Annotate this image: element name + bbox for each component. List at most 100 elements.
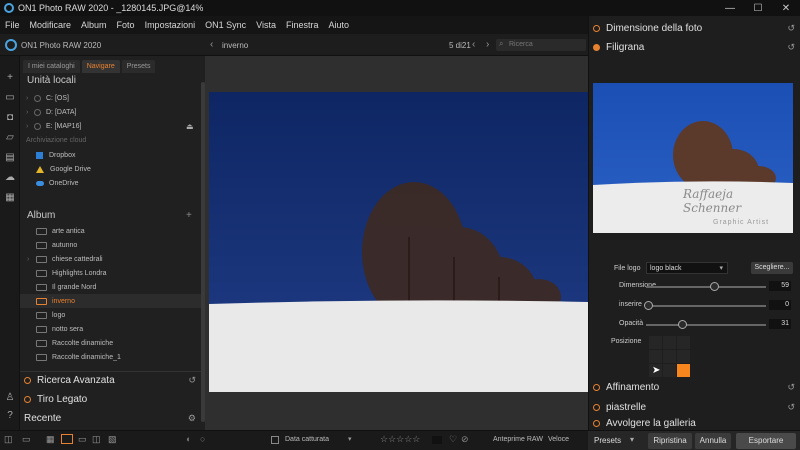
drive-icon[interactable]: ▤ xyxy=(3,152,17,164)
add-album-icon[interactable]: + xyxy=(186,210,192,221)
section-recent[interactable]: Recente ⚙ xyxy=(24,408,200,428)
drive-item[interactable]: › C: [OS] xyxy=(20,91,202,105)
filmstrip-icon[interactable]: ▭ xyxy=(78,434,87,445)
back-chevron-icon[interactable]: ‹ xyxy=(210,39,213,50)
cloud-item[interactable]: OneDrive xyxy=(20,176,202,190)
photo-canvas[interactable] xyxy=(205,56,588,430)
color-label-swatch[interactable] xyxy=(432,436,442,444)
reset-icon[interactable]: ↺ xyxy=(787,382,795,393)
album-item[interactable]: › chiese cattedrali xyxy=(20,252,202,266)
album-item[interactable]: Il grande Nord xyxy=(20,280,202,294)
position-cell[interactable] xyxy=(649,350,662,363)
album-item[interactable]: Highlights Londra xyxy=(20,266,202,280)
section-gallery-wrap[interactable]: Avvolgere la galleria xyxy=(593,416,799,430)
dimension-slider-track[interactable] xyxy=(646,286,766,288)
cloud-item[interactable]: Google Drive xyxy=(20,162,202,176)
choose-logo-button[interactable]: Scegliere... xyxy=(751,262,793,274)
breadcrumb[interactable]: inverno xyxy=(222,41,248,50)
minimize-icon[interactable]: — xyxy=(716,0,744,16)
menu-sync[interactable]: ON1 Sync xyxy=(205,20,246,30)
position-cell[interactable] xyxy=(649,336,662,349)
grid-view-icon[interactable]: ▦ xyxy=(46,434,55,445)
camera-icon[interactable]: ◘ xyxy=(3,112,17,124)
presets-label[interactable]: Presets xyxy=(594,436,621,445)
eject-icon[interactable]: ⏏ xyxy=(186,122,194,131)
position-cell[interactable] xyxy=(677,350,690,363)
zoom-icon[interactable]: ○ xyxy=(200,434,205,444)
album-item[interactable]: Raccolte dinamiche_1 xyxy=(20,350,202,364)
compare-icon[interactable]: ▭ xyxy=(22,434,31,445)
menu-window[interactable]: Finestra xyxy=(286,20,319,30)
menu-edit[interactable]: Modificare xyxy=(30,20,72,30)
menu-help[interactable]: Aiuto xyxy=(328,20,349,30)
album-item[interactable]: logo xyxy=(20,308,202,322)
monitor-icon[interactable]: ▭ xyxy=(3,92,17,104)
inset-value[interactable]: 0 xyxy=(769,300,791,310)
album-item[interactable]: notto sera xyxy=(20,322,202,336)
help-icon[interactable]: ? xyxy=(3,410,17,422)
loupe-icon[interactable]: ◐ xyxy=(186,434,191,444)
position-cell[interactable] xyxy=(663,336,676,349)
inset-slider-track[interactable] xyxy=(646,305,766,307)
drive-item[interactable]: › E: [MAP16] ⏏ xyxy=(20,119,202,133)
close-icon[interactable]: ✕ xyxy=(772,0,800,16)
menu-view[interactable]: Vista xyxy=(256,20,276,30)
section-advanced-search[interactable]: Ricerca Avanzata ↺ xyxy=(24,370,200,390)
opacity-slider-handle[interactable] xyxy=(678,320,687,329)
reset-icon[interactable]: ↺ xyxy=(787,402,795,413)
dimension-slider-handle[interactable] xyxy=(710,282,719,291)
local-drives-title[interactable]: Unità locali xyxy=(27,75,76,86)
folder-icon[interactable]: ▱ xyxy=(3,132,17,144)
tab-catalogs[interactable]: I miei cataloghi xyxy=(23,60,80,73)
reset-icon[interactable]: ↺ xyxy=(188,375,196,386)
search-field[interactable]: ⌕ Ricerca xyxy=(496,39,586,51)
preview-mode[interactable]: Veloce xyxy=(548,436,569,443)
tab-presets[interactable]: Presets xyxy=(121,60,156,73)
section-tethered[interactable]: Tiro Legato xyxy=(24,389,200,409)
reset-icon[interactable]: ↺ xyxy=(787,42,795,53)
album-item-selected[interactable]: inverno xyxy=(20,294,202,308)
album-item[interactable]: Raccolte dinamiche xyxy=(20,336,202,350)
menu-album[interactable]: Album xyxy=(81,20,107,30)
prev-icon[interactable]: ‹ xyxy=(472,39,475,50)
select-all-checkbox[interactable] xyxy=(271,436,279,444)
cloud-item[interactable]: Dropbox xyxy=(20,148,202,162)
album-item[interactable]: autunno xyxy=(20,238,202,252)
opacity-slider-track[interactable] xyxy=(646,324,766,326)
reject-icon[interactable]: ⊘ xyxy=(461,434,469,445)
section-tiles[interactable]: piastrelle ↺ xyxy=(593,397,799,417)
export-button[interactable]: Esportare xyxy=(736,433,796,449)
album-title[interactable]: Album xyxy=(27,210,55,221)
album-item[interactable]: arte antica xyxy=(20,224,202,238)
section-watermark[interactable]: Filigrana ↺ xyxy=(593,37,799,57)
layers-icon[interactable]: ▦ xyxy=(3,192,17,204)
user-icon[interactable]: ♙ xyxy=(3,392,17,404)
maximize-icon[interactable]: ☐ xyxy=(744,0,772,16)
menu-settings[interactable]: Impostazioni xyxy=(145,20,196,30)
next-icon[interactable]: › xyxy=(486,39,489,50)
detail-view-icon[interactable] xyxy=(61,434,73,444)
menu-file[interactable]: File xyxy=(5,20,20,30)
position-cell[interactable] xyxy=(677,364,690,377)
section-sharpening[interactable]: Affinamento ↺ xyxy=(593,377,799,397)
section-photo-size[interactable]: Dimensione della foto ↺ xyxy=(593,18,799,38)
menu-photo[interactable]: Foto xyxy=(117,20,135,30)
reset-button[interactable]: Ripristina xyxy=(648,433,692,449)
tab-browse[interactable]: Navigare xyxy=(81,60,120,73)
map-view-icon[interactable]: ▧ xyxy=(108,434,117,445)
add-icon[interactable]: + xyxy=(3,72,17,84)
chevron-down-icon[interactable]: ▾ xyxy=(348,435,352,443)
position-cell[interactable] xyxy=(677,336,690,349)
cloud-icon[interactable]: ☁ xyxy=(3,172,17,184)
sort-label[interactable]: Data catturata xyxy=(285,436,329,443)
position-cell[interactable] xyxy=(663,364,676,377)
settings-icon[interactable]: ⚙ xyxy=(188,413,196,424)
chevron-down-icon[interactable]: ▾ xyxy=(630,435,634,444)
reset-icon[interactable]: ↺ xyxy=(787,23,795,34)
opacity-value[interactable]: 31 xyxy=(769,319,791,329)
cancel-button[interactable]: Annulla xyxy=(695,433,731,449)
heart-icon[interactable]: ♡ xyxy=(449,434,457,445)
drive-item[interactable]: › D: [DATA] xyxy=(20,105,202,119)
position-cell[interactable] xyxy=(663,350,676,363)
compare-view-icon[interactable]: ◫ xyxy=(92,434,101,445)
